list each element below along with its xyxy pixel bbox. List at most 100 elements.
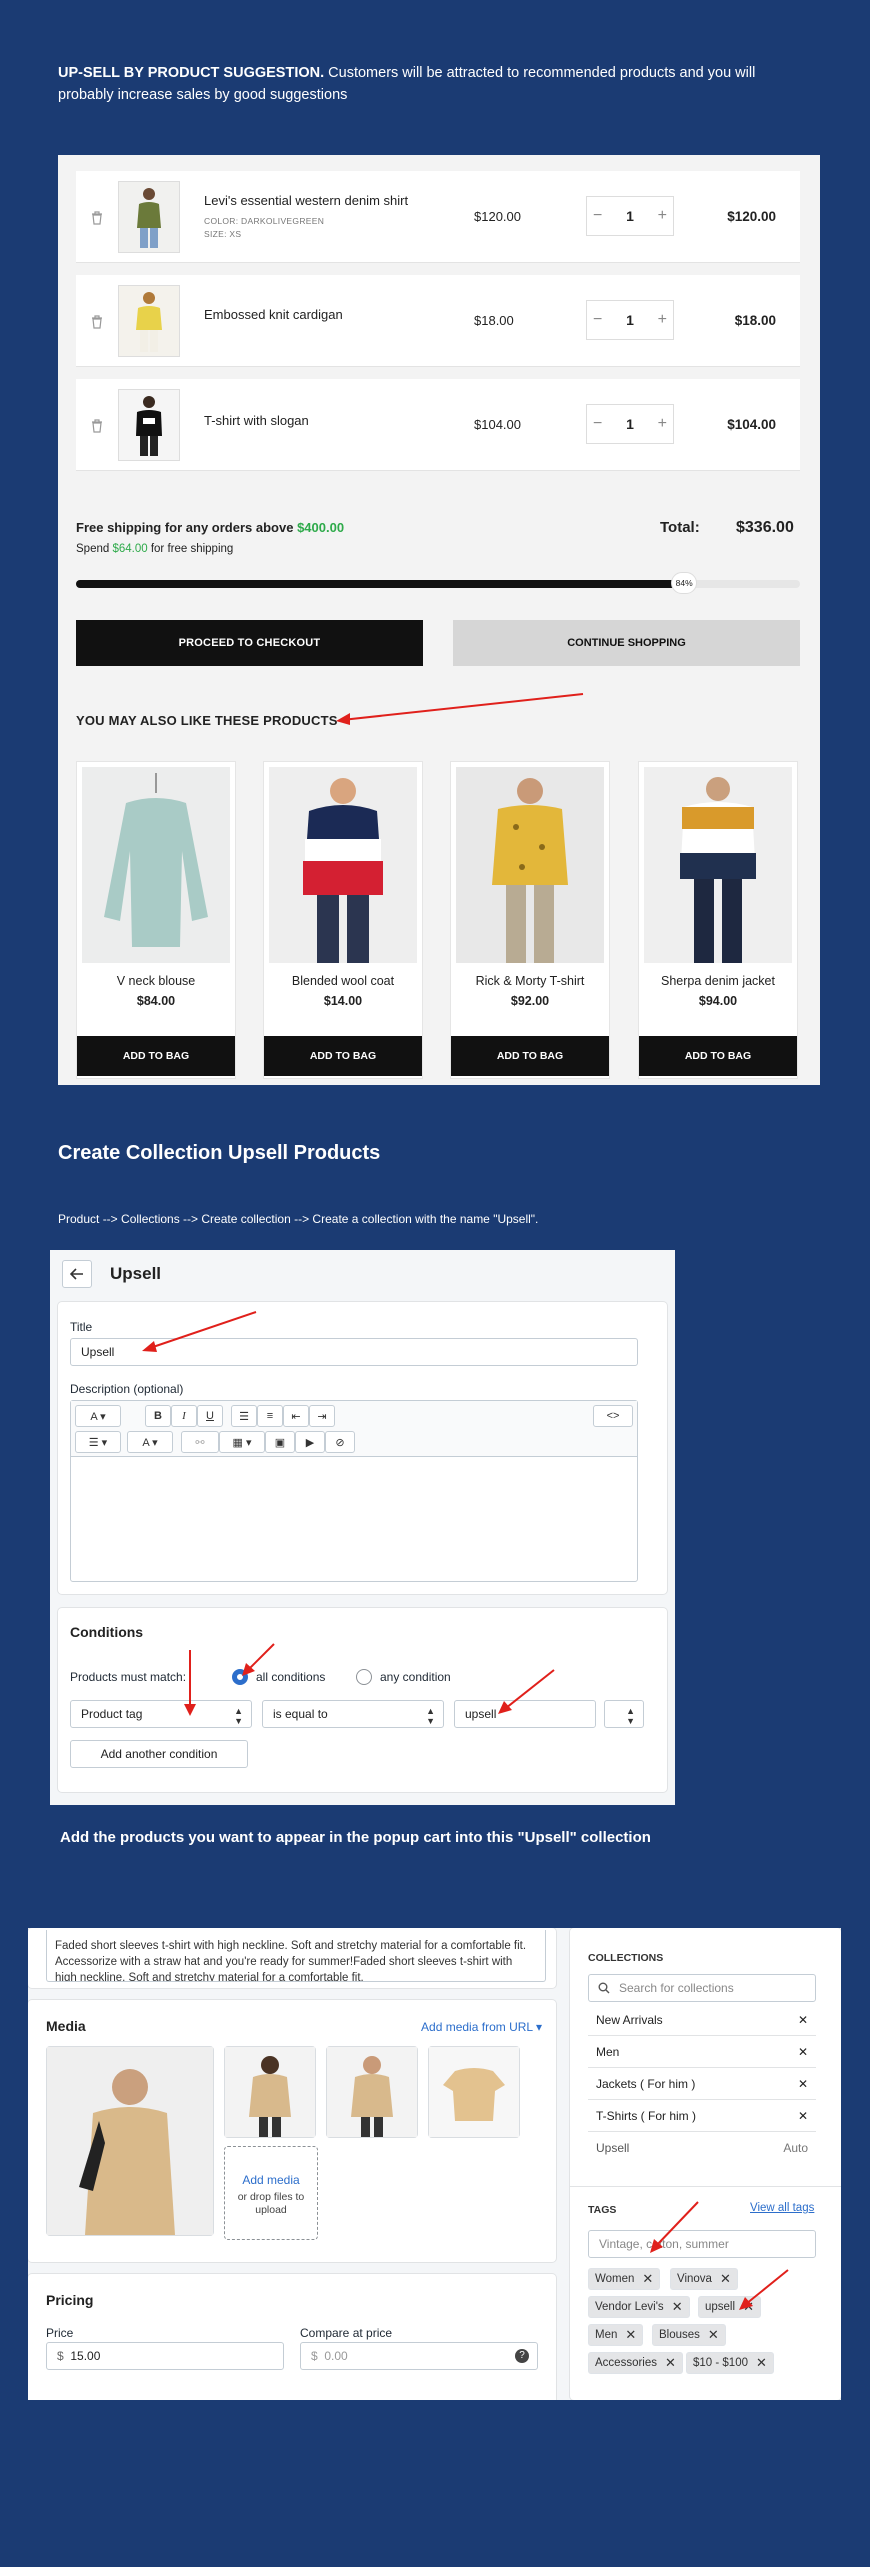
minus-icon[interactable]: −	[593, 311, 602, 329]
table-dropdown[interactable]: ▦ ▾	[219, 1431, 265, 1453]
clear-format-icon[interactable]: ⊘	[325, 1431, 355, 1453]
remove-tag-icon[interactable]: ✕	[743, 2299, 754, 2315]
quantity-value[interactable]: 1	[626, 312, 634, 328]
product-card[interactable]: Sherpa denim jacket $94.00 ADD TO BAG	[638, 761, 798, 1079]
condition-operator-select[interactable]: is equal to ▲ ▼	[262, 1700, 444, 1728]
cart-item-name[interactable]: T-shirt with slogan	[204, 413, 309, 428]
video-icon[interactable]: ▶	[295, 1431, 325, 1453]
add-to-bag-button[interactable]: ADD TO BAG	[77, 1036, 235, 1076]
underline-button[interactable]: U	[197, 1405, 223, 1427]
add-to-bag-button[interactable]: ADD TO BAG	[639, 1036, 797, 1076]
remove-collection-icon[interactable]: ✕	[798, 2077, 808, 2091]
add-to-bag-button[interactable]: ADD TO BAG	[264, 1036, 422, 1076]
media-thumbnail[interactable]	[428, 2046, 520, 2138]
arrow-left-icon	[70, 1268, 83, 1280]
product-card[interactable]: Blended wool coat $14.00 ADD TO BAG	[263, 761, 423, 1079]
remove-tag-icon[interactable]: ✕	[708, 2327, 719, 2343]
product-name[interactable]: V neck blouse	[77, 974, 235, 988]
outdent-icon[interactable]: ⇤	[283, 1405, 309, 1427]
product-editor: Faded short sleeves t-shirt with high ne…	[28, 1928, 841, 2400]
source-code-button[interactable]: <>	[593, 1405, 633, 1427]
image-icon[interactable]: ▣	[265, 1431, 295, 1453]
numbered-list-icon[interactable]: ≡	[257, 1405, 283, 1427]
proceed-checkout-button[interactable]: PROCEED TO CHECKOUT	[76, 620, 423, 666]
condition-field-value: Product tag	[81, 1707, 143, 1721]
select-arrows-icon: ▲ ▼	[234, 1706, 243, 1726]
remove-tag-icon[interactable]: ✕	[665, 2355, 676, 2371]
plus-icon[interactable]: +	[658, 311, 667, 329]
condition-unit-select[interactable]: ▲ ▼	[604, 1700, 644, 1728]
condition-value-input[interactable]: upsell	[454, 1700, 596, 1728]
add-media-url-link[interactable]: Add media from URL ▾	[421, 2020, 542, 2034]
add-condition-button[interactable]: Add another condition	[70, 1740, 248, 1768]
trash-icon[interactable]	[90, 315, 104, 329]
quantity-stepper[interactable]: − 1 +	[586, 196, 674, 236]
cart-item-name[interactable]: Embossed knit cardigan	[204, 307, 343, 322]
remove-tag-icon[interactable]: ✕	[756, 2355, 767, 2371]
price-input[interactable]: $ 15.00	[46, 2342, 284, 2370]
product-card[interactable]: V neck blouse $84.00 ADD TO BAG	[76, 761, 236, 1079]
cart-item-total: $18.00	[734, 313, 776, 328]
remove-tag-icon[interactable]: ✕	[642, 2271, 653, 2287]
product-image[interactable]	[456, 767, 604, 963]
media-thumbnail[interactable]	[326, 2046, 418, 2138]
cart-item-price: $104.00	[474, 417, 521, 432]
text-color-dropdown[interactable]: A ▾	[127, 1431, 173, 1453]
bold-button[interactable]: B	[145, 1405, 171, 1427]
collections-search-input[interactable]: Search for collections	[588, 1974, 816, 2002]
trash-icon[interactable]	[90, 211, 104, 225]
tags-input[interactable]: Vintage, cotton, summer	[588, 2230, 816, 2258]
help-icon[interactable]: ?	[515, 2349, 529, 2363]
remove-tag-icon[interactable]: ✕	[672, 2299, 683, 2315]
view-all-tags-link[interactable]: View all tags	[750, 2202, 814, 2214]
plus-icon[interactable]: +	[658, 207, 667, 225]
select-arrows-icon: ▲ ▼	[426, 1706, 435, 1726]
plus-icon[interactable]: +	[658, 415, 667, 433]
add-media-button[interactable]: Add media	[225, 2173, 317, 2187]
cart-item-name[interactable]: Levi's essential western denim shirt	[204, 193, 408, 208]
product-image[interactable]	[644, 767, 792, 963]
any-condition-radio[interactable]	[356, 1669, 372, 1685]
product-card[interactable]: Rick & Morty T-shirt $92.00 ADD TO BAG	[450, 761, 610, 1079]
tag-chip: upsell ✕	[698, 2296, 761, 2318]
continue-shopping-button[interactable]: CONTINUE SHOPPING	[453, 620, 800, 666]
remove-tag-icon[interactable]: ✕	[720, 2271, 731, 2287]
product-name[interactable]: Blended wool coat	[264, 974, 422, 988]
title-input[interactable]: Upsell	[70, 1338, 638, 1366]
minus-icon[interactable]: −	[593, 415, 602, 433]
align-dropdown[interactable]: ☰ ▾	[75, 1431, 121, 1453]
bullet-list-icon[interactable]: ☰	[231, 1405, 257, 1427]
remove-collection-icon[interactable]: ✕	[798, 2045, 808, 2059]
product-image[interactable]	[269, 767, 417, 963]
link-icon[interactable]: ⚯	[181, 1431, 219, 1453]
trash-icon[interactable]	[90, 419, 104, 433]
quantity-stepper[interactable]: − 1 +	[586, 300, 674, 340]
quantity-value[interactable]: 1	[626, 208, 634, 224]
media-thumbnail[interactable]	[224, 2046, 316, 2138]
tag-chip: Women ✕	[588, 2268, 661, 2290]
quantity-stepper[interactable]: − 1 +	[586, 404, 674, 444]
quantity-value[interactable]: 1	[626, 416, 634, 432]
add-to-bag-button[interactable]: ADD TO BAG	[451, 1036, 609, 1076]
compare-price-input[interactable]: $ 0.00?	[300, 2342, 538, 2370]
remove-tag-icon[interactable]: ✕	[625, 2327, 636, 2343]
italic-button[interactable]: I	[171, 1405, 197, 1427]
condition-field-select[interactable]: Product tag ▲ ▼	[70, 1700, 252, 1728]
font-style-dropdown[interactable]: A ▾	[75, 1405, 121, 1427]
back-button[interactable]	[62, 1260, 92, 1288]
remove-collection-icon[interactable]: ✕	[798, 2013, 808, 2027]
product-name[interactable]: Sherpa denim jacket	[639, 974, 797, 988]
media-dropzone[interactable]: Add media or drop files to upload	[224, 2146, 318, 2240]
media-main-image[interactable]	[46, 2046, 214, 2236]
indent-icon[interactable]: ⇥	[309, 1405, 335, 1427]
description-text[interactable]: Faded short sleeves t-shirt with high ne…	[46, 1930, 546, 1982]
remove-collection-icon[interactable]: ✕	[798, 2109, 808, 2123]
all-conditions-radio[interactable]	[232, 1669, 248, 1685]
minus-icon[interactable]: −	[593, 207, 602, 225]
product-image[interactable]	[82, 767, 230, 963]
collections-title: COLLECTIONS	[588, 1952, 664, 1964]
shipping-prefix: Free shipping for any orders above	[76, 520, 298, 535]
product-name[interactable]: Rick & Morty T-shirt	[451, 974, 609, 988]
rich-text-editor[interactable]: A ▾ B I U ☰ ≡ ⇤ ⇥ <> ☰ ▾ A ▾ ⚯ ▦ ▾ ▣ ▶ ⊘	[70, 1400, 638, 1582]
product-price: $92.00	[510, 994, 550, 1008]
